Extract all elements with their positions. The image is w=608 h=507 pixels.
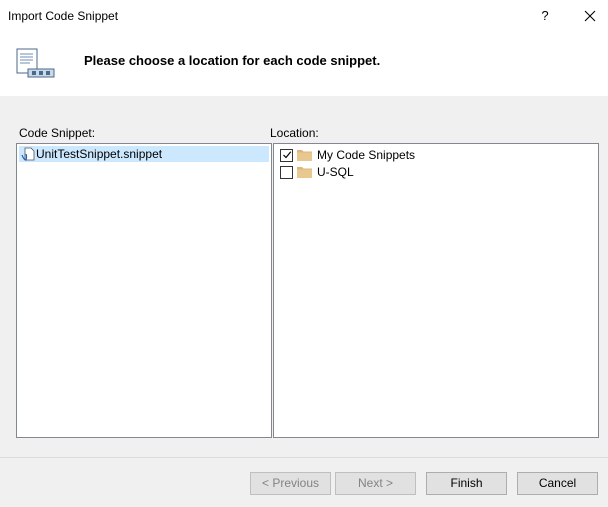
list-item-snippet[interactable]: UnitTestSnippet.snippet [19,146,269,162]
cancel-button[interactable]: Cancel [517,472,598,495]
location-tree[interactable]: My Code Snippets U-SQL [273,143,599,438]
close-button[interactable] [578,4,602,28]
previous-button[interactable]: < Previous [250,472,331,495]
folder-icon [297,167,312,178]
instruction-text: Please choose a location for each code s… [84,53,381,68]
close-icon [584,10,596,22]
folder-icon [297,150,312,161]
button-bar: < Previous Next > Finish Cancel [0,458,608,507]
next-button[interactable]: Next > [335,472,416,495]
snippet-list[interactable]: UnitTestSnippet.snippet [16,143,272,438]
wizard-header: Please choose a location for each code s… [0,32,608,96]
location-label: Location: [270,126,319,140]
finish-button[interactable]: Finish [426,472,507,495]
content-area: Code Snippet: Location: UnitTestSnippet.… [0,96,608,457]
location-item-my-code-snippets[interactable]: My Code Snippets [280,147,580,165]
location-name: My Code Snippets [317,148,416,162]
my-code-snippets-checkbox[interactable] [280,149,293,162]
help-button[interactable]: ? [534,4,556,28]
snippet-document-icon [16,48,55,78]
checkmark-icon [283,151,292,159]
snippet-name: UnitTestSnippet.snippet [36,147,163,161]
location-item-u-sql[interactable]: U-SQL [280,164,580,182]
title-bar: Import Code Snippet ? [0,0,608,32]
u-sql-checkbox[interactable] [280,166,293,179]
snippet-file-icon [21,147,35,161]
window-title: Import Code Snippet [8,9,119,23]
code-snippet-label: Code Snippet: [19,126,96,140]
location-name: U-SQL [317,165,354,179]
